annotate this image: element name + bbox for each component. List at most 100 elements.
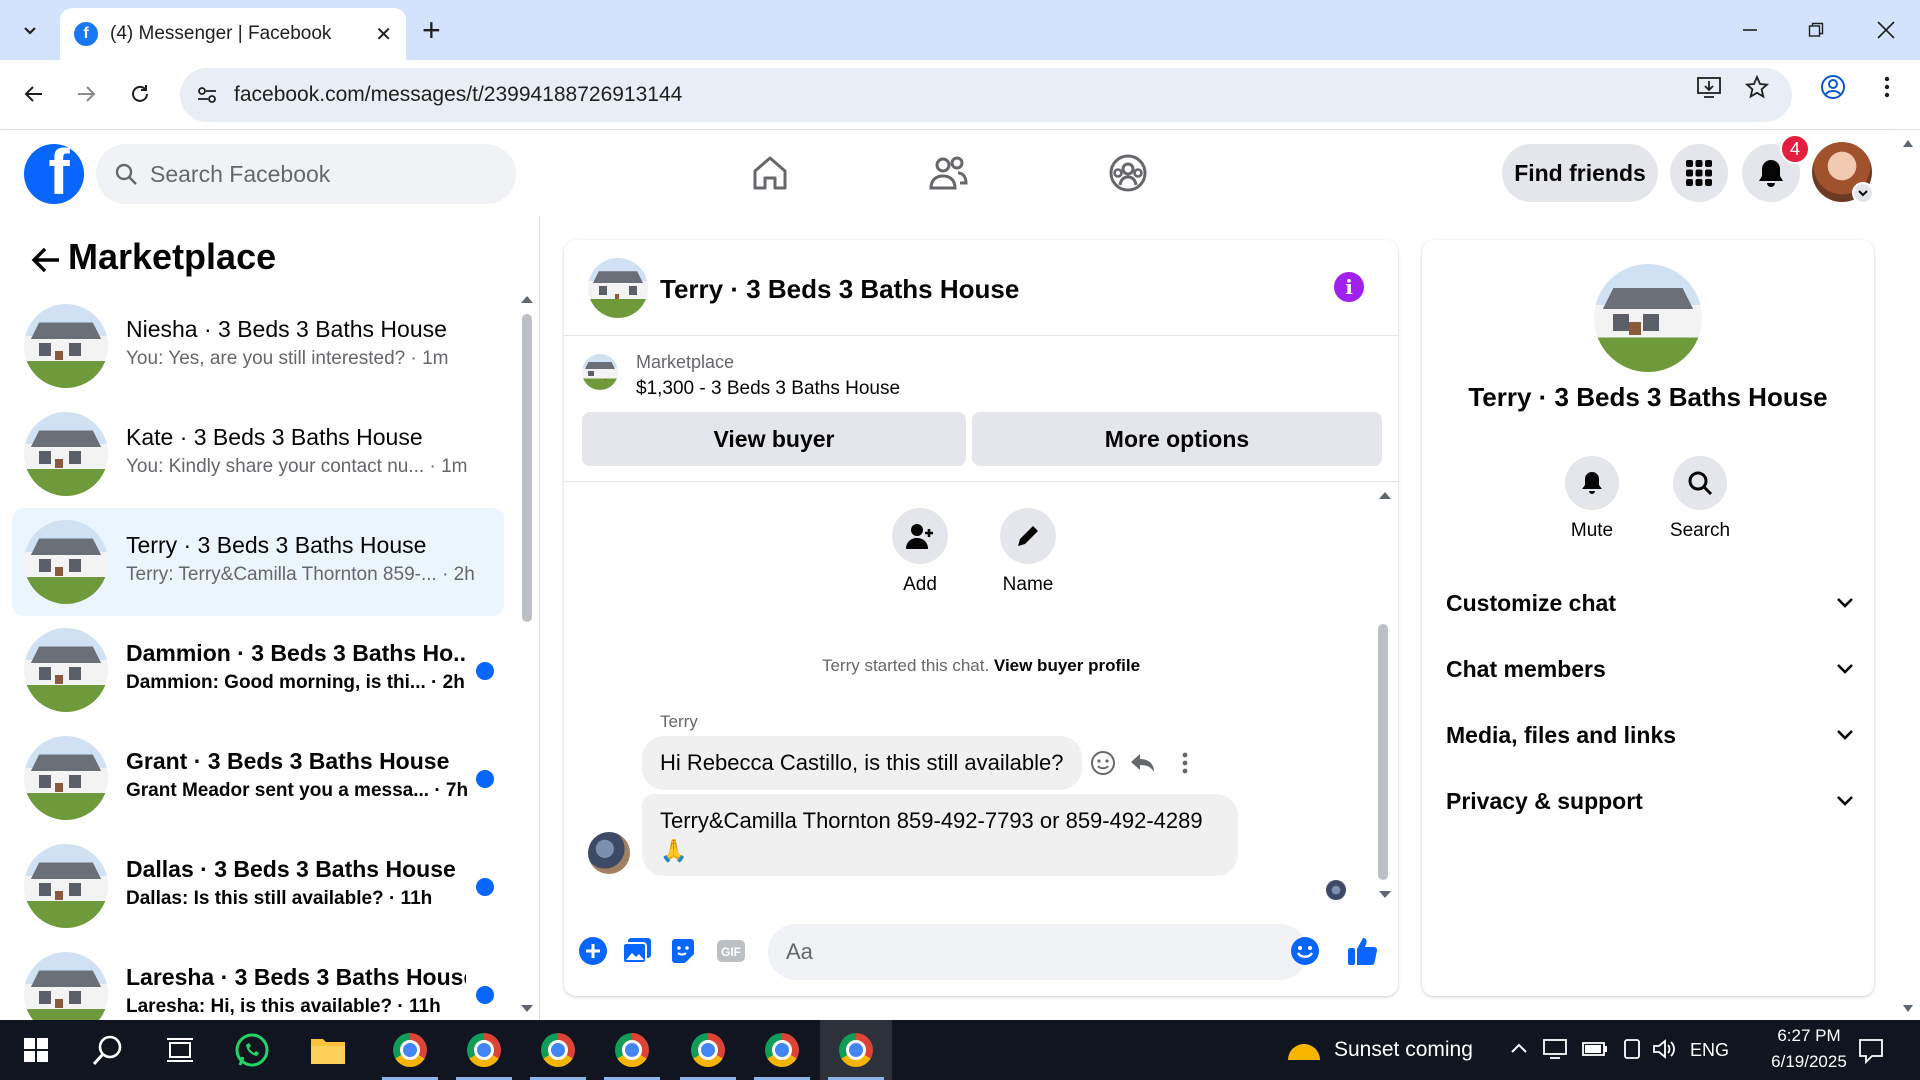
volume-icon[interactable] <box>1652 1038 1678 1060</box>
chat-scrollbar[interactable] <box>1378 624 1388 880</box>
device-icon[interactable] <box>1622 1038 1642 1060</box>
chevron-down-icon <box>1837 796 1853 806</box>
back-arrow-icon[interactable] <box>26 240 66 280</box>
page-scroll-down-icon[interactable] <box>1902 1004 1914 1014</box>
message-bubble[interactable]: Terry&Camilla Thornton 859-492-7793 or 8… <box>642 794 1238 876</box>
listing-thumbnail <box>24 952 108 1020</box>
conversation-item[interactable]: Niesha · 3 Beds 3 Baths House You: Yes, … <box>12 292 504 400</box>
thumbs-up-icon[interactable] <box>1344 932 1382 970</box>
site-settings-icon[interactable] <box>180 84 234 106</box>
chat-scroll-up-icon[interactable] <box>1378 490 1392 500</box>
media-files-links-section[interactable]: Media, files and links <box>1446 710 1854 760</box>
info-icon[interactable]: i <box>1334 272 1364 302</box>
listing-price-title[interactable]: $1,300 - 3 Beds 3 Baths House <box>636 378 900 400</box>
emoji-icon[interactable] <box>1286 932 1324 970</box>
chat-members-section[interactable]: Chat members <box>1446 644 1854 694</box>
plus-circle-icon[interactable] <box>574 932 612 970</box>
chrome-window[interactable] <box>522 1020 594 1080</box>
chrome-window-active[interactable] <box>820 1020 892 1080</box>
chat-scroll-down-icon[interactable] <box>1378 890 1392 900</box>
add-people-action[interactable]: Add <box>880 508 960 596</box>
network-icon[interactable] <box>1542 1038 1568 1060</box>
search-input[interactable] <box>150 160 490 188</box>
tab-search-dropdown[interactable] <box>10 12 50 48</box>
chrome-window[interactable] <box>672 1020 744 1080</box>
conversation-item[interactable]: Grant · 3 Beds 3 Baths House Grant Meado… <box>12 724 504 832</box>
chrome-window[interactable] <box>374 1020 446 1080</box>
view-buyer-button[interactable]: View buyer <box>582 412 966 466</box>
name-chat-action[interactable]: Name <box>988 508 1068 596</box>
message-text-field[interactable] <box>786 939 1246 965</box>
notification-center-icon[interactable] <box>1858 1038 1884 1064</box>
nav-groups[interactable] <box>1098 148 1158 198</box>
scroll-up-arrow-icon[interactable] <box>520 294 534 304</box>
page-scrollbar[interactable] <box>1896 130 1920 1020</box>
chat-avatar[interactable] <box>588 258 648 318</box>
page-scroll-up-icon[interactable] <box>1902 138 1914 148</box>
view-buyer-profile-link[interactable]: View buyer profile <box>994 656 1140 675</box>
address-bar[interactable]: facebook.com/messages/t/2399418872691314… <box>180 68 1792 122</box>
gif-icon[interactable]: GIF <box>712 932 750 970</box>
conversation-item[interactable]: Dallas · 3 Beds 3 Baths House Dallas: Is… <box>12 832 504 940</box>
account-chevron-icon[interactable] <box>1852 182 1874 204</box>
battery-icon[interactable] <box>1582 1040 1608 1058</box>
react-emoji-icon[interactable] <box>1088 748 1118 778</box>
start-button[interactable] <box>0 1020 72 1080</box>
sender-avatar[interactable] <box>588 832 630 874</box>
close-window-button[interactable] <box>1856 10 1916 50</box>
clock-time[interactable]: 6:27 PM <box>1754 1026 1864 1046</box>
conversation-item-active[interactable]: Terry · 3 Beds 3 Baths House Terry: Terr… <box>12 508 504 616</box>
chevron-up-icon[interactable] <box>1510 1042 1528 1054</box>
tab-title: (4) Messenger | Facebook <box>110 23 332 44</box>
menu-button[interactable] <box>1670 144 1728 202</box>
file-explorer-app[interactable] <box>292 1020 364 1080</box>
browser-tab[interactable]: f (4) Messenger | Facebook ✕ <box>60 8 406 60</box>
nav-home[interactable] <box>740 148 800 198</box>
back-button[interactable] <box>14 74 54 114</box>
chat-title[interactable]: Terry · 3 Beds 3 Baths House <box>660 274 1019 305</box>
chrome-window[interactable] <box>596 1020 668 1080</box>
clock-date[interactable]: 6/19/2025 <box>1754 1052 1864 1072</box>
search-action[interactable]: Search <box>1650 456 1750 542</box>
conversation-item[interactable]: Dammion · 3 Beds 3 Baths Ho... Dammion: … <box>12 616 504 724</box>
scroll-down-arrow-icon[interactable] <box>520 1004 534 1014</box>
more-options-button[interactable]: More options <box>972 412 1382 466</box>
sticker-icon[interactable] <box>664 932 702 970</box>
new-tab-button[interactable]: + <box>422 10 441 50</box>
nav-friends[interactable] <box>918 148 978 198</box>
privacy-support-section[interactable]: Privacy & support <box>1446 776 1854 826</box>
conversation-item[interactable]: Kate · 3 Beds 3 Baths House You: Kindly … <box>12 400 504 508</box>
install-app-icon[interactable] <box>1694 72 1724 102</box>
chrome-window[interactable] <box>448 1020 520 1080</box>
message-input[interactable] <box>768 924 1308 980</box>
conversation-scrollbar[interactable] <box>522 314 532 622</box>
task-view-button[interactable] <box>144 1020 216 1080</box>
minimize-button[interactable] <box>1720 10 1780 50</box>
restore-button[interactable] <box>1786 10 1846 50</box>
friends-icon <box>929 156 968 190</box>
reply-icon[interactable] <box>1128 748 1158 778</box>
language-indicator[interactable]: ENG <box>1690 1040 1729 1061</box>
chrome-window[interactable] <box>746 1020 818 1080</box>
reload-button[interactable] <box>120 74 160 114</box>
close-tab-icon[interactable]: ✕ <box>375 22 392 47</box>
mute-label: Mute <box>1570 520 1614 541</box>
listing-thumbnail <box>24 628 108 712</box>
whatsapp-app[interactable] <box>216 1020 288 1080</box>
forward-button[interactable] <box>66 74 106 114</box>
facebook-search[interactable] <box>96 144 516 204</box>
weather-text[interactable]: Sunset coming <box>1334 1038 1473 1062</box>
bookmark-star-icon[interactable] <box>1742 72 1772 102</box>
more-actions-icon[interactable] <box>1170 748 1200 778</box>
profile-icon[interactable] <box>1818 72 1848 102</box>
browser-menu-icon[interactable] <box>1872 72 1902 102</box>
customize-chat-section[interactable]: Customize chat <box>1446 578 1854 628</box>
conversation-item[interactable]: Laresha · 3 Beds 3 Baths House Laresha: … <box>12 940 504 1020</box>
find-friends-button[interactable]: Find friends <box>1502 144 1658 202</box>
taskbar-search-button[interactable] <box>72 1020 144 1080</box>
photo-icon[interactable] <box>618 932 656 970</box>
mute-action[interactable]: Mute <box>1542 456 1642 542</box>
sunset-weather-icon[interactable] <box>1286 1034 1322 1066</box>
facebook-logo-icon[interactable]: f <box>24 144 84 204</box>
message-bubble[interactable]: Hi Rebecca Castillo, is this still avail… <box>642 736 1082 790</box>
